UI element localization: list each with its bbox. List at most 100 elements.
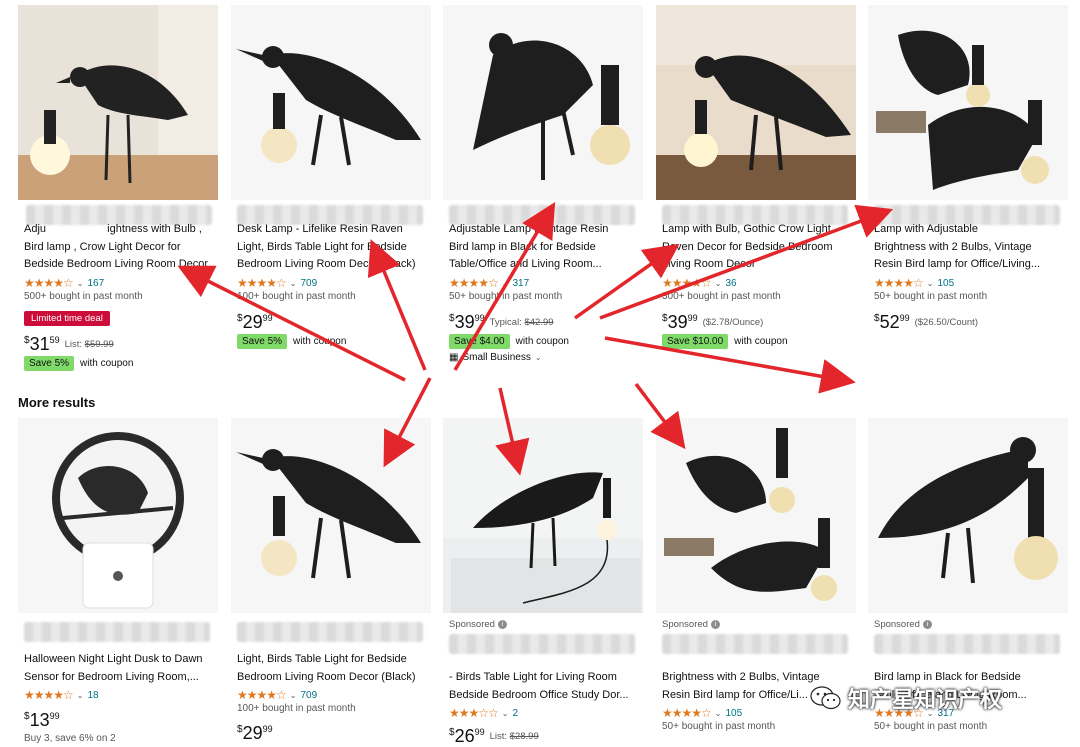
bought-count: 100+ bought in past month	[237, 291, 356, 302]
price: $13 99	[24, 710, 60, 730]
star-rating[interactable]: ★★★★☆	[874, 276, 924, 290]
bought-count: 500+ bought in past month	[24, 291, 143, 302]
crow-lamp-image	[443, 418, 643, 613]
price: $29 99	[237, 312, 273, 332]
promo-text: Buy 3, save 6% on 2	[24, 733, 116, 744]
product-image[interactable]	[656, 418, 856, 613]
crow-lamp-image	[18, 5, 218, 200]
star-rating[interactable]: ★★★★☆	[662, 706, 712, 720]
star-rating[interactable]: ★★★★☆	[237, 688, 287, 702]
bought-count: 50+ bought in past month	[449, 291, 563, 302]
coupon-badge[interactable]: Save 5%	[237, 334, 288, 349]
star-rating[interactable]: ★★★★☆	[24, 688, 74, 702]
bought-count: 50+ bought in past month	[874, 721, 988, 732]
coupon-text: with coupon	[80, 358, 134, 369]
chevron-down-icon[interactable]: ⌄	[290, 691, 297, 700]
crow-lamp-image	[231, 418, 431, 613]
star-rating[interactable]: ★★★★☆	[24, 276, 74, 290]
chevron-down-icon[interactable]: ⌄	[77, 691, 84, 700]
rating-count[interactable]: 317	[513, 278, 530, 289]
crow-lamp-image	[443, 5, 643, 200]
product-title[interactable]: Adju ightness with Bulb , Bird lamp , Cr…	[24, 221, 218, 274]
price: $29 99	[237, 723, 273, 743]
rating-count[interactable]: 18	[88, 690, 99, 701]
price-row: $26 99 List: $28.99	[449, 726, 539, 746]
crow-lamp-image	[18, 418, 218, 613]
price-row: $39 99 Typical: $42.99	[449, 312, 554, 332]
product-image[interactable]	[868, 5, 1068, 200]
star-rating[interactable]: ★★★★☆	[449, 276, 499, 290]
rating-count[interactable]: 709	[301, 278, 318, 289]
price: $39 99	[449, 312, 485, 332]
info-icon[interactable]: i	[710, 620, 720, 629]
chevron-down-icon[interactable]: ⌄	[502, 709, 509, 718]
chevron-down-icon[interactable]: ⌄	[77, 279, 84, 288]
product-title[interactable]: Adjustable Lamp , Vintage Resin Bird lam…	[449, 221, 643, 274]
info-icon[interactable]: i	[922, 620, 932, 629]
price-row: $39 99 ($2.78/Ounce)	[662, 312, 764, 332]
price: $26 99	[449, 726, 485, 746]
price: $52 99	[874, 312, 910, 332]
sponsored-label[interactable]: Sponsored i	[874, 619, 932, 630]
product-title[interactable]: Desk Lamp - Lifelike Resin Raven Light, …	[237, 221, 431, 274]
star-rating[interactable]: ★★★★☆	[237, 276, 287, 290]
watermark: 知产星知识产权	[810, 682, 1002, 714]
wechat-icon	[810, 686, 841, 710]
chevron-down-icon[interactable]: ⌄	[715, 709, 722, 718]
coupon-badge[interactable]: Save $4.00	[449, 334, 510, 349]
product-image[interactable]	[231, 5, 431, 200]
sponsored-label[interactable]: Sponsored i	[662, 619, 720, 630]
coupon-text: with coupon	[734, 336, 788, 347]
price-row: $29 99	[237, 723, 273, 743]
crow-lamp-image	[868, 418, 1068, 613]
info-icon[interactable]: i	[497, 620, 507, 629]
product-image[interactable]	[18, 5, 218, 200]
product-title[interactable]: - Birds Table Light for Living Room Beds…	[449, 669, 643, 704]
product-title[interactable]: Light, Birds Table Light for Bedside Bed…	[237, 651, 431, 686]
product-image[interactable]	[443, 418, 643, 613]
rating-count[interactable]: 36	[726, 278, 737, 289]
product-image[interactable]	[231, 418, 431, 613]
price-row: $31 59 List: $59.99	[24, 334, 114, 354]
bought-count: 300+ bought in past month	[662, 291, 781, 302]
crow-lamp-image	[231, 5, 431, 200]
store-icon: ▦	[449, 352, 459, 363]
crow-lamp-image	[656, 5, 856, 200]
rating-count[interactable]: 709	[301, 690, 318, 701]
coupon-text: with coupon	[515, 336, 569, 347]
crow-lamp-image	[656, 418, 856, 613]
coupon-text: with coupon	[293, 336, 347, 347]
rating-count[interactable]: 105	[938, 278, 955, 289]
coupon-badge[interactable]: Save 5%	[24, 356, 75, 371]
price: $39 99	[662, 312, 698, 332]
section-title: More results	[18, 395, 96, 410]
chevron-down-icon[interactable]: ⌄	[715, 279, 722, 288]
product-image[interactable]	[443, 5, 643, 200]
product-title[interactable]: Lamp with Bulb, Gothic Crow Light Raven …	[662, 221, 856, 274]
coupon-badge[interactable]: Save $10.00	[662, 334, 729, 349]
product-image[interactable]	[656, 5, 856, 200]
star-rating[interactable]: ★★★☆☆	[449, 706, 499, 720]
product-title[interactable]: Halloween Night Light Dusk to Dawn Senso…	[24, 651, 218, 686]
bought-count: 50+ bought in past month	[662, 721, 776, 732]
chevron-down-icon[interactable]: ⌄	[927, 279, 934, 288]
rating-count[interactable]: 105	[726, 708, 743, 719]
rating-count[interactable]: 2	[513, 708, 519, 719]
price-row: $29 99	[237, 312, 273, 332]
product-image[interactable]	[868, 418, 1068, 613]
crow-lamp-image	[868, 5, 1068, 200]
bought-count: 100+ bought in past month	[237, 703, 356, 714]
star-rating[interactable]: ★★★★☆	[662, 276, 712, 290]
price: $31 59	[24, 334, 60, 354]
bought-count: 50+ bought in past month	[874, 291, 988, 302]
product-title[interactable]: Lamp with Adjustable Brightness with 2 B…	[874, 221, 1068, 274]
deal-badge: Limited time deal	[24, 311, 110, 326]
chevron-down-icon[interactable]: ⌄	[290, 279, 297, 288]
chevron-down-icon[interactable]: ⌄	[502, 279, 509, 288]
small-business-badge[interactable]: ▦ Small Business ⌄	[449, 352, 542, 363]
product-image[interactable]	[18, 418, 218, 613]
chevron-down-icon[interactable]: ⌄	[535, 353, 542, 362]
price-row: $13 99	[24, 710, 60, 730]
rating-count[interactable]: 167	[88, 278, 105, 289]
sponsored-label[interactable]: Sponsored i	[449, 619, 507, 630]
